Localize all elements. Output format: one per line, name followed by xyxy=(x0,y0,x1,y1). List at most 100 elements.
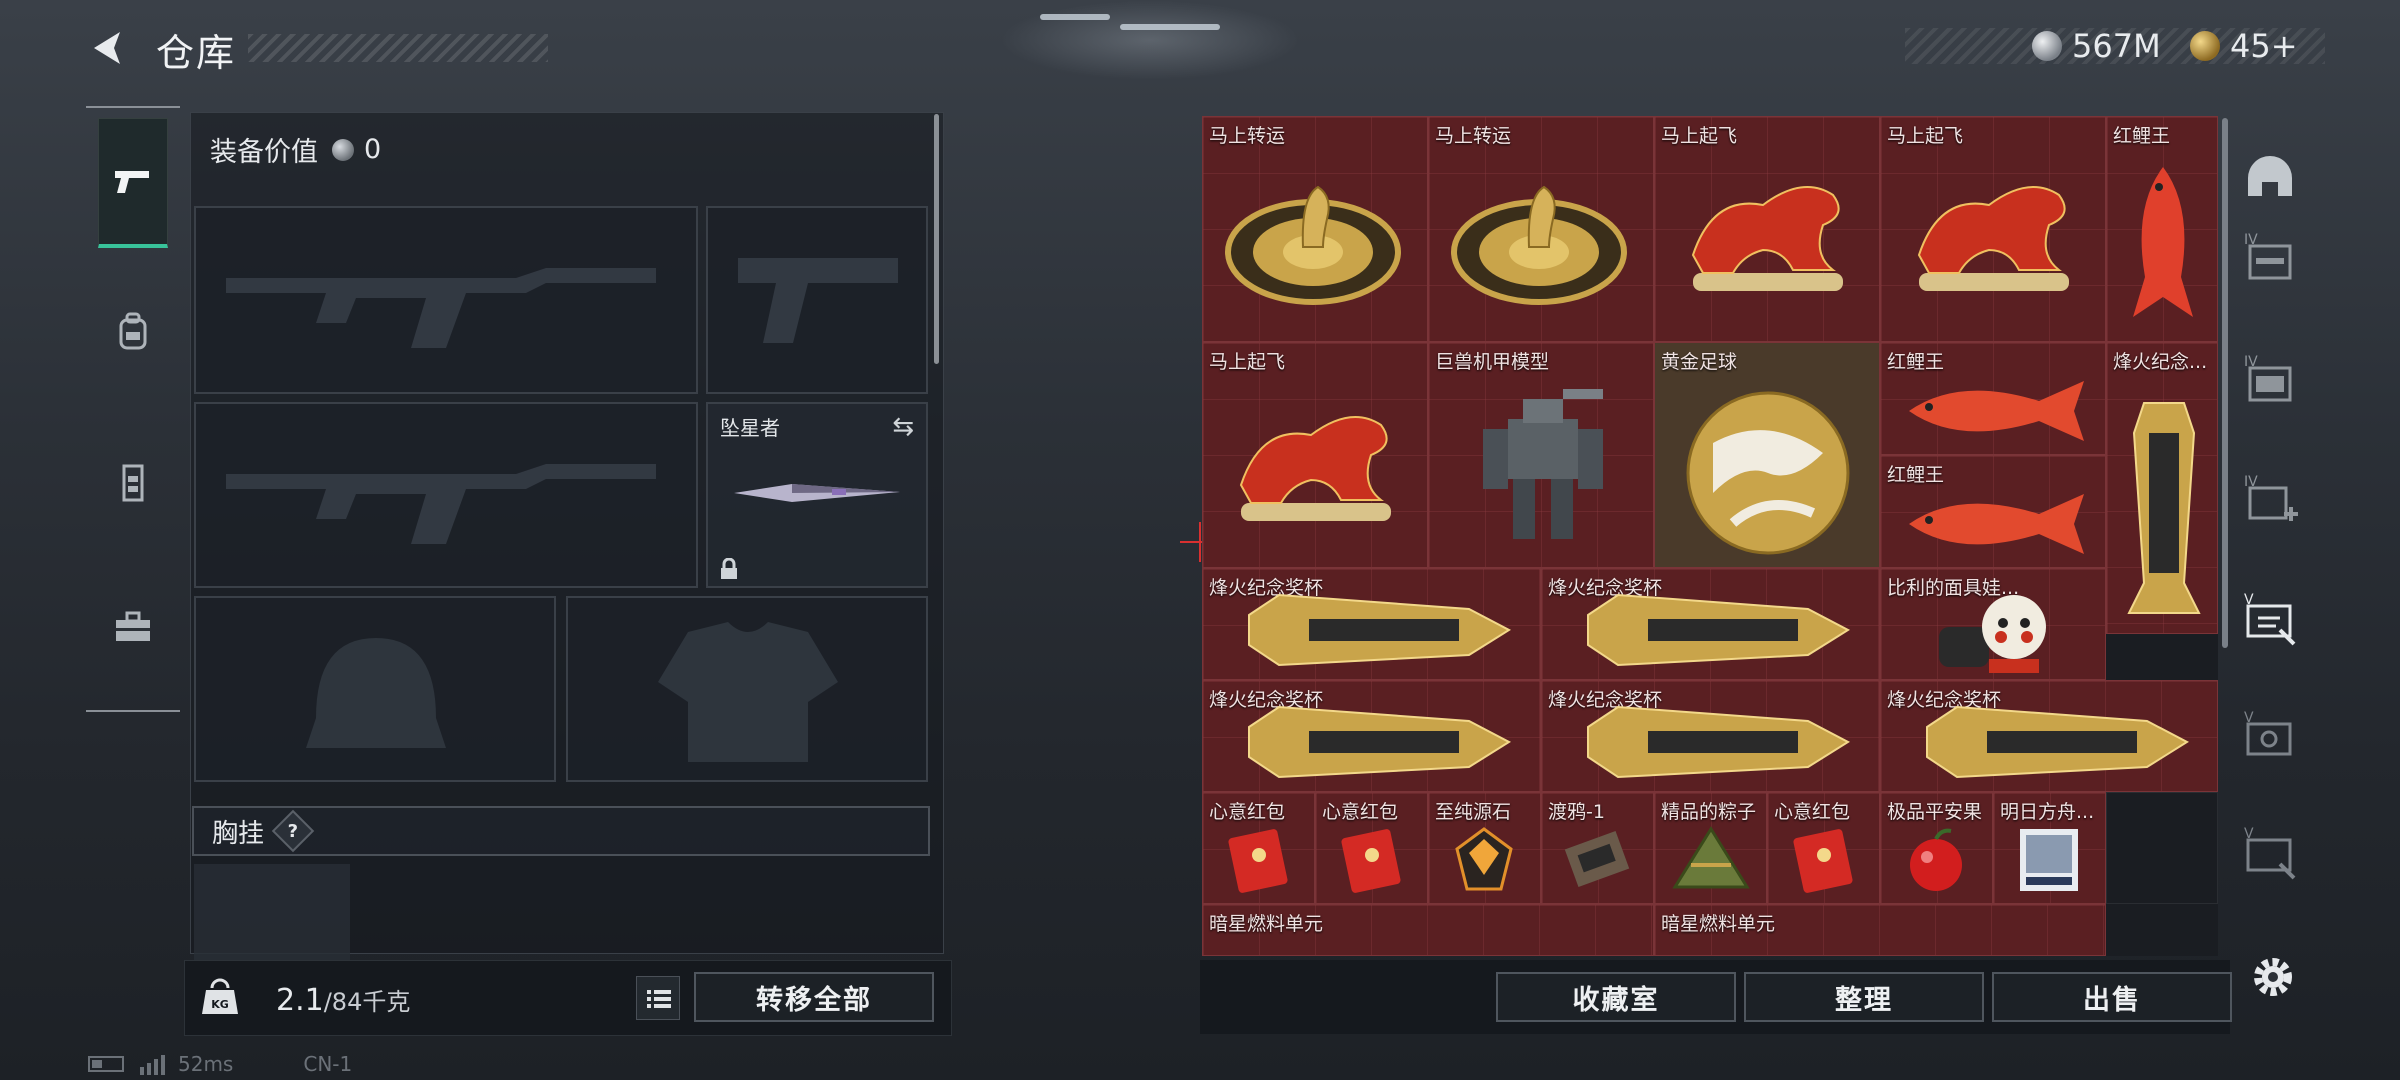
item-label: 黄金足球 xyxy=(1661,351,1738,373)
item-label: 心意红包 xyxy=(1322,801,1399,823)
knife-icon xyxy=(734,484,900,502)
item-label: 马上起飞 xyxy=(1209,351,1286,373)
crystal-icon xyxy=(1455,827,1513,891)
item-cell[interactable]: 心意红包 xyxy=(1202,792,1315,904)
gold-currency[interactable]: 45+ xyxy=(2190,24,2298,68)
chest-rig-label: 胸挂 xyxy=(212,818,265,849)
empty-cell[interactable] xyxy=(2106,792,2218,904)
help-icon: ? xyxy=(287,820,299,842)
item-label: 烽火纪念... xyxy=(2113,351,2208,373)
transfer-all-button[interactable]: 转移全部 xyxy=(694,972,934,1022)
trophy-icon xyxy=(1587,593,1851,667)
swap-icon[interactable]: ⇆ xyxy=(892,412,914,442)
tab-vest[interactable] xyxy=(98,418,168,548)
chest-rig-slot[interactable] xyxy=(194,864,350,960)
iv-chest-rig-icon[interactable]: IV xyxy=(2240,228,2300,288)
primary-weapon-slot[interactable] xyxy=(194,206,698,394)
sell-button[interactable]: 出售 xyxy=(1992,972,2232,1022)
golden-football-icon xyxy=(1686,391,1850,555)
trophy-pillar-icon xyxy=(2127,402,2201,614)
pistol-slot[interactable] xyxy=(706,206,928,394)
silver-currency[interactable]: 567M xyxy=(2032,24,2161,68)
red-carp-icon xyxy=(2133,167,2193,317)
item-cell[interactable]: 精品的粽子 xyxy=(1654,792,1767,904)
trophy-icon xyxy=(1926,705,2190,779)
item-cell[interactable]: 烽火纪念... xyxy=(2106,342,2218,634)
tab-weapons[interactable] xyxy=(98,118,168,248)
kg-label: KG xyxy=(211,998,229,1011)
equipment-scrollbar[interactable] xyxy=(934,114,939,364)
sort-button[interactable]: 整理 xyxy=(1744,972,1984,1022)
item-cell[interactable]: 马上起飞 xyxy=(1880,116,2106,342)
item-label: 红鲤王 xyxy=(1887,464,1945,486)
collection-button[interactable]: 收藏室 xyxy=(1496,972,1736,1022)
settings-gear-icon[interactable] xyxy=(2248,952,2298,1002)
item-label: 心意红包 xyxy=(1774,801,1851,823)
item-cell[interactable]: 烽火纪念奖杯 xyxy=(1880,680,2218,792)
chest-rig-header: 胸挂 ? xyxy=(192,806,930,856)
item-cell[interactable]: 马上起飞 xyxy=(1202,342,1428,568)
item-label: 渡鸦-1 xyxy=(1548,801,1605,823)
lock-icon xyxy=(721,558,737,579)
secondary-weapon-slot[interactable] xyxy=(194,402,698,588)
item-cell[interactable]: 比利的面具娃... xyxy=(1880,568,2106,680)
item-cell[interactable]: 马上转运 xyxy=(1202,116,1428,342)
back-arrow-icon[interactable] xyxy=(86,26,130,70)
item-label: 暗星燃料单元 xyxy=(1661,913,1776,935)
item-cell[interactable]: 极品平安果 xyxy=(1880,792,1993,904)
signal-icon xyxy=(140,1055,165,1075)
item-cell[interactable]: 渡鸦-1 xyxy=(1541,792,1654,904)
stash-scrollbar[interactable] xyxy=(2222,118,2228,648)
item-cell[interactable]: 暗星燃料单元 xyxy=(1202,904,1654,956)
chip-icon xyxy=(1564,830,1630,888)
page-title: 仓库 xyxy=(156,31,237,75)
item-label: 马上转运 xyxy=(1435,125,1512,147)
pistol-silhouette-icon xyxy=(738,258,898,343)
v-armor-icon-3[interactable]: V xyxy=(2240,822,2300,882)
silver-coin-icon xyxy=(2032,31,2062,61)
red-horse-icon xyxy=(1691,186,1843,291)
item-label: 至纯源石 xyxy=(1435,801,1512,823)
item-label: 巨兽机甲模型 xyxy=(1435,351,1550,373)
item-cell[interactable]: 马上起飞 xyxy=(1654,116,1880,342)
gold-amount: 45+ xyxy=(2230,27,2298,65)
iv-medkit-icon[interactable]: IV xyxy=(2240,470,2300,530)
v-armor-icon-2[interactable]: V xyxy=(2240,706,2300,766)
item-cell[interactable]: 暗星燃料单元 xyxy=(1654,904,2106,956)
apple-icon xyxy=(1910,828,1962,891)
item-cell[interactable]: 红鲤王 xyxy=(1880,455,2106,568)
item-cell[interactable]: 巨兽机甲模型 xyxy=(1428,342,1654,568)
list-view-button[interactable] xyxy=(636,976,680,1020)
item-cell[interactable]: 马上转运 xyxy=(1428,116,1654,342)
server-readout: CN-1 xyxy=(303,1052,353,1076)
red-envelope-icon xyxy=(1228,829,1288,893)
helmet-slot[interactable] xyxy=(194,596,556,782)
red-envelope-icon xyxy=(1341,829,1401,893)
helmet-silhouette-icon xyxy=(306,638,446,748)
item-cell[interactable]: 红鲤王 xyxy=(2106,116,2218,342)
iv-backpack-icon[interactable]: IV xyxy=(2240,350,2300,410)
billy-doll-icon xyxy=(1939,595,2046,673)
item-cell[interactable]: 心意红包 xyxy=(1767,792,1880,904)
item-cell[interactable]: 至纯源石 xyxy=(1428,792,1541,904)
tab-backpack[interactable] xyxy=(98,266,168,396)
list-icon xyxy=(647,990,671,1008)
item-cell[interactable]: 烽火纪念奖杯 xyxy=(1202,568,1541,680)
helmet-icon[interactable] xyxy=(2240,150,2300,210)
item-cell[interactable]: 明日方舟... xyxy=(1993,792,2106,904)
item-cell[interactable]: 烽火纪念奖杯 xyxy=(1202,680,1541,792)
item-cell[interactable]: 烽火纪念奖杯 xyxy=(1541,568,1880,680)
red-horse-icon xyxy=(1239,416,1391,521)
help-button[interactable]: ? xyxy=(271,809,315,853)
item-cell[interactable]: 心意红包 xyxy=(1315,792,1428,904)
tab-toolbox[interactable] xyxy=(98,562,168,692)
body-armor-slot[interactable] xyxy=(566,596,928,782)
trophy-icon xyxy=(1587,705,1851,779)
item-cell[interactable]: 黄金足球 xyxy=(1654,342,1880,568)
vest-icon xyxy=(122,464,144,502)
equipment-value-amount: 0 xyxy=(364,134,382,165)
melee-slot[interactable]: 坠星者 ⇆ xyxy=(706,402,928,588)
v-armor-icon[interactable]: V xyxy=(2240,588,2300,648)
item-cell[interactable]: 烽火纪念奖杯 xyxy=(1541,680,1880,792)
item-cell[interactable]: 红鲤王 xyxy=(1880,342,2106,455)
